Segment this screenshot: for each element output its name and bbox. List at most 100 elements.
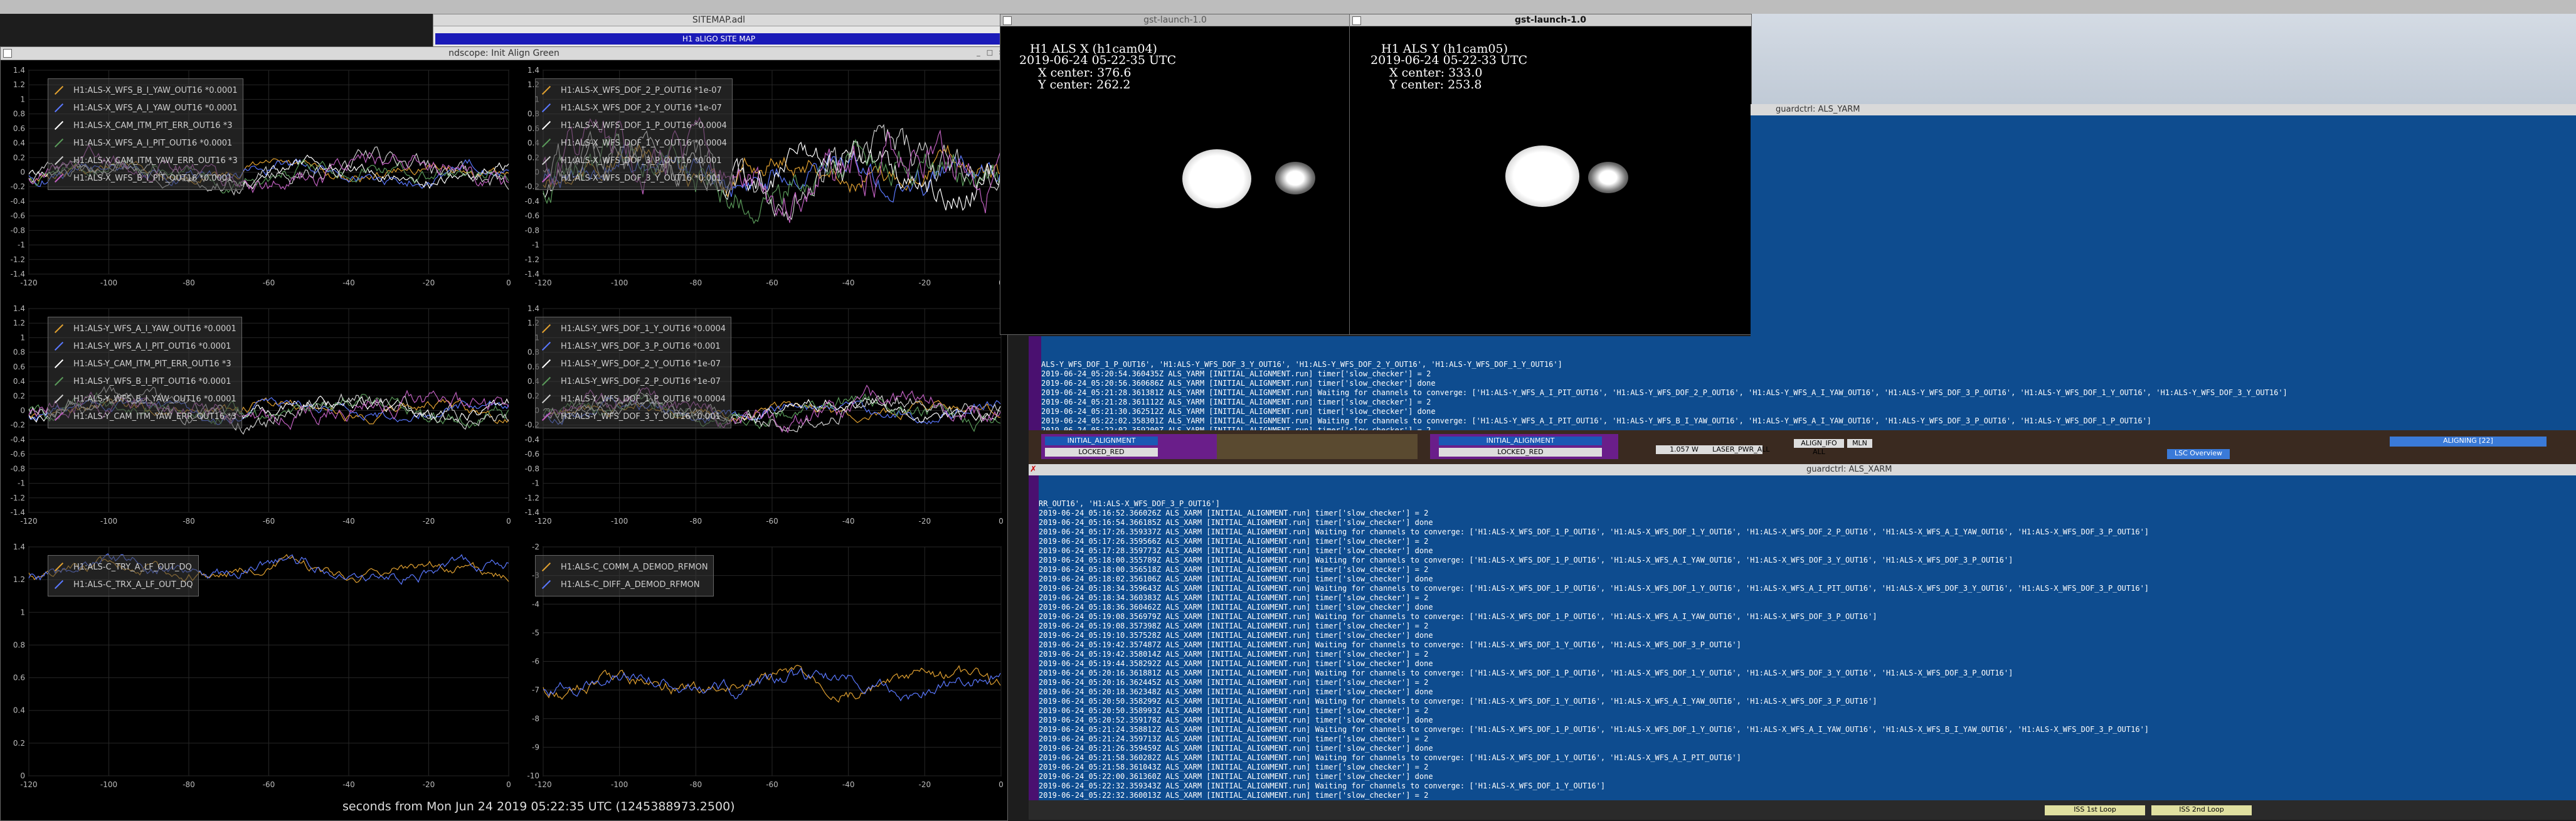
legend-entry[interactable]: H1:ALS-C_TRY_A_LF_OUT_DQ	[53, 558, 193, 576]
guardctrl-yarm-titlebar[interactable]: guardctrl: ALS_YARM	[1751, 104, 2576, 115]
plot-legend[interactable]: H1:ALS-C_TRY_A_LF_OUT_DQ H1:ALS-C_TRX_A_L…	[48, 555, 199, 596]
log-line: 2019-06-24_05:17:28.359773Z ALS_XARM [IN…	[1039, 546, 1433, 555]
legend-entry[interactable]: H1:ALS-X_CAM_ITM_PIT_ERR_OUT16 *3	[53, 117, 238, 134]
camera-y-xcenter: X center: 333.0	[1389, 66, 1483, 80]
y-tick-label: 0.8	[13, 640, 25, 649]
bottom-medm-strip: ISS 1st Loop ISS 2nd Loop	[1029, 800, 2576, 820]
legend-entry[interactable]: H1:ALS-X_WFS_DOF_3_P_OUT16 *0.001	[541, 152, 727, 169]
log-line: 2019-06-24_05:18:00.356518Z ALS_XARM [IN…	[1039, 565, 1429, 574]
x-tick-label: -120	[20, 278, 37, 287]
iss-1st-loop-button[interactable]: ISS 1st Loop	[2045, 805, 2145, 815]
legend-entry[interactable]: H1:ALS-Y_WFS_DOF_1_P_OUT16 *0.0004	[541, 390, 726, 408]
xarm-side-controls[interactable]	[1029, 475, 1039, 800]
legend-entry[interactable]: H1:ALS-X_WFS_A_I_YAW_OUT16 *0.0001	[53, 99, 238, 117]
plot-p1[interactable]: 1.4 1.2 1 0.8 0.6 0.4 0.2 0 -0.2 -0.4 -0.6 -0.8 -1 -1…	[1, 61, 515, 299]
legend-entry[interactable]: H1:ALS-Y_WFS_A_I_PIT_OUT16 *0.0001	[53, 337, 236, 355]
legend-label: H1:ALS-X_WFS_DOF_3_P_OUT16 *0.001	[561, 156, 722, 166]
x-tick-label: -40	[842, 278, 855, 287]
y-tick-label: -0.6	[11, 211, 25, 220]
legend-label: H1:ALS-Y_WFS_DOF_3_Y_OUT16 *0.001	[561, 411, 721, 421]
plot-p5[interactable]: 1.4 1.2 1 0.8 0.6 0.4 0.2 0 -120 -100 -80 -60 -40 -20…	[1, 538, 515, 801]
legend-entry[interactable]: H1:ALS-X_WFS_DOF_1_P_OUT16 *0.0004	[541, 117, 727, 134]
legend-entry[interactable]: H1:ALS-C_DIFF_A_DEMOD_RFMON	[541, 576, 708, 593]
minimize-icon[interactable]: _	[975, 49, 982, 56]
legend-entry[interactable]: H1:ALS-X_WFS_DOF_1_Y_OUT16 *0.0004	[541, 134, 727, 152]
sitemap-window[interactable]: SITEMAP.adl H1 aLIGO SITE MAP	[433, 14, 1005, 48]
legend-entry[interactable]: H1:ALS-Y_CAM_ITM_YAW_ERR_OUT16 *3	[53, 408, 236, 425]
plot-p6[interactable]: -2-3-4-5-6-7-8-9-10-120-100-80-60-40-200…	[515, 538, 1007, 801]
lsc-overview-button[interactable]: LSC Overview	[2167, 449, 2230, 459]
y-tick-label: -6	[532, 657, 539, 666]
plot-legend[interactable]: H1:ALS-X_WFS_DOF_2_P_OUT16 *1e-07 H1:ALS-…	[535, 78, 733, 190]
yarm-state-box[interactable]: INITIAL_ALIGNMENT LOCKED_RED	[1041, 434, 1217, 459]
camera-y-window[interactable]: gst-launch-1.0 H1 ALS Y (h1cam05) 2019-0…	[1349, 14, 1752, 335]
legend-entry[interactable]: H1:ALS-Y_WFS_DOF_3_Y_OUT16 *0.001	[541, 408, 726, 425]
plot-legend[interactable]: H1:ALS-Y_WFS_DOF_1_Y_OUT16 *0.0004 H1:ALS…	[535, 317, 732, 428]
plot-legend[interactable]: H1:ALS-Y_WFS_A_I_YAW_OUT16 *0.0001 H1:ALS…	[48, 317, 242, 428]
guardctrl-yarm-log[interactable]: ALS-Y_WFS_DOF_1_P_OUT16', 'H1:ALS-Y_WFS_…	[1041, 336, 2576, 430]
camera-x-titlebar[interactable]: gst-launch-1.0	[1000, 14, 1350, 26]
guardctrl-xarm-titlebar[interactable]: ✗ guardctrl: ALS_XARM	[1029, 464, 2576, 475]
legend-entry[interactable]: H1:ALS-Y_WFS_DOF_2_P_OUT16 *1e-07	[541, 373, 726, 390]
legend-entry[interactable]: H1:ALS-Y_WFS_B_I_PIT_OUT16 *0.0001	[53, 373, 236, 390]
plot-legend[interactable]: H1:ALS-X_WFS_B_I_YAW_OUT16 *0.0001 H1:ALS…	[48, 78, 243, 190]
legend-swatch	[541, 580, 551, 590]
legend-entry[interactable]: H1:ALS-X_WFS_B_I_PIT_OUT16 *0.0001	[53, 169, 238, 187]
plot-legend[interactable]: H1:ALS-C_COMM_A_DEMOD_RFMON H1:ALS-C_DIFF…	[535, 555, 714, 596]
mln-button[interactable]: MLN	[1847, 439, 1872, 448]
y-tick-label: 0.8	[13, 110, 25, 119]
legend-entry[interactable]: H1:ALS-Y_WFS_DOF_3_P_OUT16 *0.001	[541, 337, 726, 355]
legend-entry[interactable]: H1:ALS-X_WFS_DOF_3_Y_OUT16 *0.001	[541, 169, 727, 187]
y-tick-label: -1.2	[11, 255, 25, 264]
legend-label: H1:ALS-X_CAM_ITM_PIT_ERR_OUT16 *3	[73, 120, 233, 130]
legend-entry[interactable]: H1:ALS-X_WFS_A_I_PIT_OUT16 *0.0001	[53, 134, 238, 152]
legend-entry[interactable]: H1:ALS-X_WFS_DOF_2_Y_OUT16 *1e-07	[541, 99, 727, 117]
plot-p3[interactable]: 1.4 1.2 1 0.8 0.6 0.4 0.2 0 -0.2 -0.4 -0.6 -0.8 -1 -1…	[1, 299, 515, 538]
plot-p4[interactable]: 1.41.210.80.60.40.20-0.2-0.4-0.6-0.8-1-1…	[515, 299, 1007, 538]
log-line: 2019-06-24_05:20:52.359178Z ALS_XARM [IN…	[1039, 716, 1433, 724]
guardctrl-xarm-log[interactable]: RR_OUT16', 'H1:ALS-X_WFS_DOF_3_P_OUT16']…	[1039, 475, 2576, 800]
legend-label: H1:ALS-X_WFS_DOF_1_Y_OUT16 *0.0004	[561, 138, 727, 148]
align-ifo-button[interactable]: ALIGN_IFO ALL	[1794, 439, 1844, 456]
ndscope-titlebar[interactable]: ndscope: Init Align Green _ □ ×	[1, 47, 1007, 60]
camera-x-window[interactable]: gst-launch-1.0 H1 ALS X (h1cam04) 2019-0…	[1000, 14, 1350, 335]
y-tick-label: -1.2	[11, 494, 25, 502]
y-tick-label: -1	[18, 479, 25, 488]
legend-label: H1:ALS-X_WFS_A_I_PIT_OUT16 *0.0001	[73, 138, 233, 148]
y-tick-label: 1.4	[13, 66, 25, 75]
legend-label: H1:ALS-Y_WFS_DOF_3_P_OUT16 *0.001	[561, 341, 721, 351]
log-line: 2019-06-24_05:20:16.361881Z ALS_XARM [IN…	[1039, 669, 2013, 677]
log-line: 2019-06-24_05:19:42.358014Z ALS_XARM [IN…	[1039, 650, 1429, 659]
legend-entry[interactable]: H1:ALS-Y_WFS_A_I_YAW_OUT16 *0.0001	[53, 320, 236, 337]
legend-entry[interactable]: H1:ALS-Y_WFS_DOF_1_Y_OUT16 *0.0004	[541, 320, 726, 337]
legend-entry[interactable]: H1:ALS-Y_CAM_ITM_PIT_ERR_OUT16 *3	[53, 355, 236, 373]
legend-swatch	[541, 120, 551, 130]
legend-entry[interactable]: H1:ALS-C_COMM_A_DEMOD_RFMON	[541, 558, 708, 576]
plot-p2[interactable]: 1.41.210.80.60.40.20-0.2-0.4-0.6-0.8-1-1…	[515, 61, 1007, 299]
yarm-side-controls[interactable]	[1029, 336, 1041, 430]
legend-entry[interactable]: H1:ALS-X_WFS_DOF_2_P_OUT16 *1e-07	[541, 82, 727, 99]
legend-entry[interactable]: H1:ALS-X_WFS_B_I_YAW_OUT16 *0.0001	[53, 82, 238, 99]
y-tick-label: -1	[532, 241, 539, 250]
y-tick-label: 0.2	[13, 391, 25, 400]
legend-label: H1:ALS-C_TRY_A_LF_OUT_DQ	[73, 562, 192, 572]
y-tick-label: -0.8	[11, 226, 25, 235]
sitemap-titlebar[interactable]: SITEMAP.adl	[433, 14, 1004, 26]
beam-spot-secondary	[1588, 162, 1628, 193]
xarm-state-box[interactable]: INITIAL_ALIGNMENT LOCKED_RED	[1430, 434, 1618, 459]
legend-entry[interactable]: H1:ALS-X_CAM_ITM_YAW_ERR_OUT16 *3	[53, 152, 238, 169]
iss-2nd-loop-button[interactable]: ISS 2nd Loop	[2151, 805, 2252, 815]
x-tick-label: 0	[506, 780, 511, 789]
legend-swatch	[541, 359, 551, 369]
maximize-icon[interactable]: □	[986, 49, 994, 56]
legend-entry[interactable]: H1:ALS-Y_WFS_DOF_2_Y_OUT16 *1e-07	[541, 355, 726, 373]
laser-pwr-button[interactable]: LASER_PWR_ALL	[1712, 445, 1769, 454]
legend-entry[interactable]: H1:ALS-Y_WFS_B_I_YAW_OUT16 *0.0001	[53, 390, 236, 408]
ndscope-window[interactable]: ndscope: Init Align Green _ □ × 1.4 1.2 1 0…	[0, 46, 1008, 821]
y-tick-label: 0.6	[13, 363, 25, 371]
log-line: 2019-06-24_05:16:54.366185Z ALS_XARM [IN…	[1039, 518, 1433, 527]
legend-swatch	[54, 359, 64, 369]
legend-entry[interactable]: H1:ALS-C_TRX_A_LF_OUT_DQ	[53, 576, 193, 593]
y-tick-label: 1.4	[527, 304, 539, 313]
camera-y-titlebar[interactable]: gst-launch-1.0	[1350, 14, 1751, 26]
